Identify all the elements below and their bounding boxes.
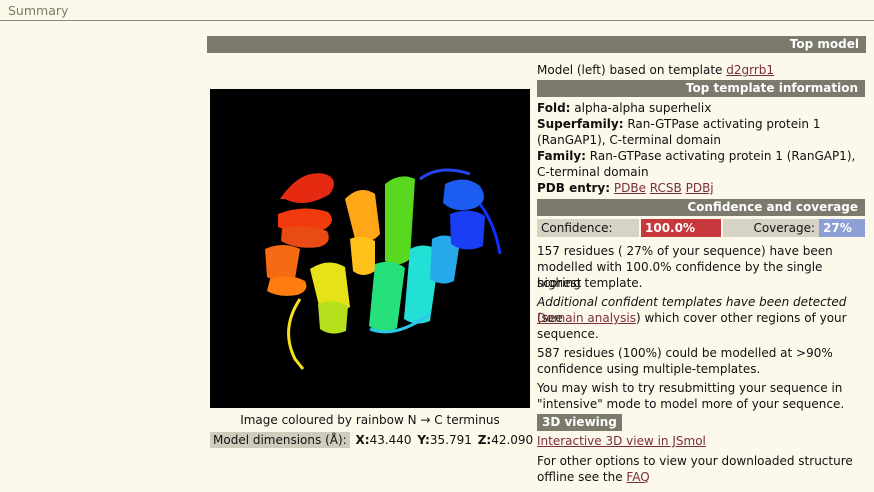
resubmit-text-2: "intensive" mode to model more of your s… [537, 397, 845, 411]
summary-title: Summary [8, 3, 69, 18]
additional-cover-text: ) which cover other regions of your [635, 311, 847, 325]
dimensions-label: Model dimensions (Å): [210, 432, 350, 448]
dim-y-value: 35.791 [429, 433, 472, 447]
superfamily-line: Superfamily: Ran-GTPase activating prote… [537, 116, 865, 132]
3d-viewing-tag: 3D viewing [537, 414, 622, 431]
model-template-line: Model (left) based on template d2grrb1 [537, 62, 865, 78]
confidence-label: Confidence: [537, 219, 639, 237]
multi-template-text-2: confidence using multiple-templates. [537, 362, 761, 376]
pdbj-link[interactable]: PDBj [686, 181, 714, 195]
superfamily-value: Ran-GTPase activating protein 1 [627, 117, 821, 131]
family-value-cont: C-terminal domain [537, 165, 649, 179]
additional-templates-italic: Additional confident templates have been… [537, 295, 847, 309]
pdbe-link[interactable]: PDBe [614, 181, 646, 195]
faq-link[interactable]: FAQ [626, 470, 649, 484]
coverage-label: Coverage: [723, 219, 819, 237]
dim-x-value: 43.440 [369, 433, 412, 447]
additional-templates-line2: Domain analysis) which cover other regio… [537, 310, 865, 326]
domain-analysis-link[interactable]: Domain analysis [537, 311, 636, 325]
model-template-prefix: Model (left) based on template [537, 63, 723, 77]
confidence-coverage-bar: Confidence and coverage [537, 199, 865, 216]
family-label: Family: [537, 149, 586, 163]
pdb-entry-label: PDB entry: [537, 181, 611, 195]
dim-z-value: 42.090 [491, 433, 534, 447]
top-model-bar: Top model [207, 36, 866, 53]
dim-x-label: X: [355, 433, 370, 447]
fold-value: alpha-alpha superhelix [574, 101, 712, 115]
top-template-bar: Top template information [537, 80, 865, 97]
family-line: Family: Ran-GTPase activating protein 1 … [537, 148, 865, 164]
offline-text-1: For other options to view your downloade… [537, 454, 853, 468]
rcsb-link[interactable]: RCSB [650, 181, 682, 195]
fold-line: Fold: alpha-alpha superhelix [537, 100, 865, 116]
model-dimensions: Model dimensions (Å): X:43.440 Y:35.791 … [210, 432, 534, 448]
pdb-entry-line: PDB entry: PDBe RCSB PDBj [537, 180, 865, 196]
resubmit-text-1: You may wish to try resubmitting your se… [537, 381, 843, 395]
image-caption: Image coloured by rainbow N → C terminus [240, 413, 500, 427]
additional-templates-line3: sequence. [537, 327, 599, 341]
superfamily-label: Superfamily: [537, 117, 624, 131]
jsmol-line: Interactive 3D view in JSmol [537, 433, 865, 449]
family-value: Ran-GTPase activating protein 1 (RanGAP1… [589, 149, 856, 163]
residues-text-3: scoring template. [537, 276, 643, 290]
jsmol-link[interactable]: Interactive 3D view in JSmol [537, 434, 706, 448]
summary-divider [0, 20, 874, 21]
template-link[interactable]: d2grrb1 [726, 63, 774, 77]
superfamily-value-cont: (RanGAP1), C-terminal domain [537, 133, 721, 147]
offline-prefix: offline see the [537, 470, 627, 484]
offline-text-2: offline see the FAQ [537, 469, 865, 485]
confidence-value: 100.0% [641, 219, 721, 237]
ribbon-model-graphic [265, 168, 502, 370]
multi-template-text-1: 587 residues (100%) could be modelled at… [537, 346, 833, 360]
fold-label: Fold: [537, 101, 571, 115]
residues-text-1: 157 residues ( 27% of your sequence) hav… [537, 244, 833, 258]
confidence-coverage-row: Confidence: 100.0% Coverage: 27% [537, 219, 865, 237]
coverage-value: 27% [819, 219, 865, 237]
protein-structure-image [210, 89, 530, 408]
dim-z-label: Z: [477, 433, 492, 447]
dim-y-label: Y: [417, 433, 430, 447]
